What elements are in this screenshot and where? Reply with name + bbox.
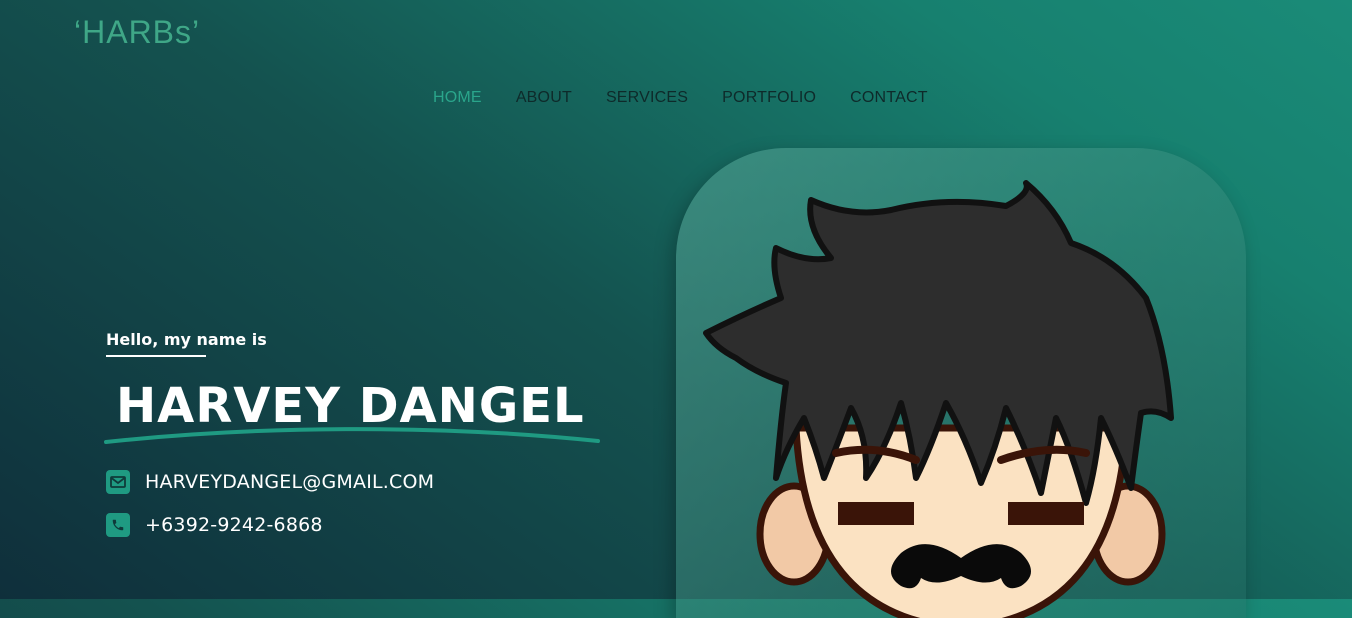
cartoon-avatar-image — [703, 180, 1174, 618]
nav-portfolio-link[interactable]: PORTFOLIO — [722, 89, 816, 107]
email-text[interactable]: HARVEYDANGEL@GMAIL.COM — [145, 471, 434, 493]
phone-icon — [106, 513, 130, 537]
envelope-icon — [106, 470, 130, 494]
site-logo[interactable]: ‘HARBs’ — [74, 14, 200, 51]
main-nav: HOME ABOUT SERVICES PORTFOLIO CONTACT — [433, 89, 928, 107]
phone-text[interactable]: +6392-9242-6868 — [145, 514, 323, 536]
avatar-card — [676, 148, 1246, 618]
name-swoosh-underline — [104, 427, 600, 444]
nav-about-link[interactable]: ABOUT — [516, 89, 572, 107]
greeting-underline — [106, 355, 206, 357]
greeting-text: Hello, my name is — [106, 330, 267, 349]
email-row[interactable]: HARVEYDANGEL@GMAIL.COM — [106, 470, 434, 494]
nav-contact-link[interactable]: CONTACT — [850, 89, 928, 107]
nav-home-link[interactable]: HOME — [433, 89, 482, 107]
nav-services-link[interactable]: SERVICES — [606, 89, 688, 107]
phone-row[interactable]: +6392-9242-6868 — [106, 513, 323, 537]
